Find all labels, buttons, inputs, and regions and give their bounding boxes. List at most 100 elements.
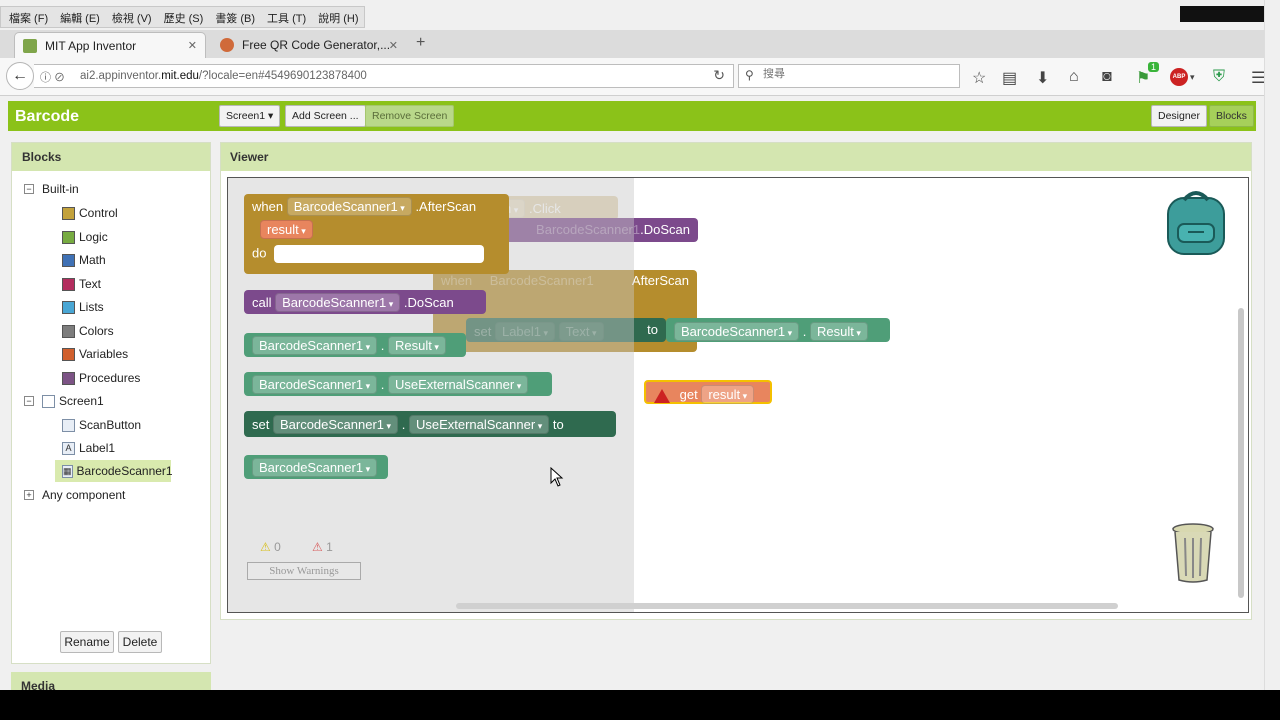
category-math[interactable]: Math [62,253,106,267]
menu-bar: 檔案 (F) 編輯 (E) 檢視 (V) 歷史 (S) 書簽 (B) 工具 (T… [0,6,366,28]
project-name: Barcode [15,108,80,125]
chevron-down-icon[interactable]: ▾ [1190,72,1195,83]
shield-icon[interactable]: ⛨ [1213,68,1225,86]
screen-icon [42,394,55,408]
category-swatch-icon [62,371,75,385]
menu-bookmarks[interactable]: 書簽 (B) [209,7,261,27]
barcode-component-icon: ▦ [62,464,73,478]
category-control[interactable]: Control [62,206,118,220]
delete-button[interactable]: Delete [118,631,162,653]
app-header: Barcode Screen1 ▾ Add Screen ... Remove … [8,101,1256,131]
error-count: ⚠ 1 [312,540,333,554]
site-info-icon[interactable]: ⓘ ⊘ [40,69,65,85]
tree-screen1[interactable]: − Screen1 [24,394,104,408]
tab-qr-generator[interactable]: Free QR Code Generator,... ✕ [212,32,406,58]
reading-list-icon[interactable]: ▤ [1002,68,1017,88]
blocks-workspace[interactable]: when Button .Click BarcodeScanner1.DoSca… [227,177,1249,613]
menu-view[interactable]: 檢視 (V) [106,7,158,27]
navigation-bar: ⓘ ⊘ ai2.appinventor.mit.edu/?locale=en#4… [0,58,1272,96]
backpack-icon[interactable] [1162,188,1230,258]
new-tab-button[interactable]: + [416,34,425,52]
home-icon[interactable]: ⌂ [1069,68,1079,86]
rename-button[interactable]: Rename [60,631,114,653]
component-barcodescanner1[interactable]: ▦ BarcodeScanner1 [55,460,173,482]
back-button[interactable]: ← [6,62,34,90]
afterscan-event-block[interactable]: when BarcodeScanner1 .AfterScan result d… [244,194,509,274]
category-swatch-icon [62,253,75,267]
media-panel-title: Media [11,672,211,690]
category-swatch-icon [62,347,75,361]
set-use-external-scanner-block[interactable]: set BarcodeScanner1 . UseExternalScanner… [244,411,616,437]
blocks-button[interactable]: Blocks [1209,105,1254,127]
warning-count: ⚠ 0 [260,540,281,554]
search-bar[interactable]: ⚲ [738,64,960,88]
tree-builtin[interactable]: − Built-in [24,182,79,196]
designer-button[interactable]: Designer [1151,105,1208,127]
blocks-drawer-flyout[interactable]: when BarcodeScanner1 .AfterScan result d… [228,178,634,612]
blocks-panel-title: Blocks [12,143,210,171]
label-component-icon: A [62,441,75,455]
menu-file[interactable]: 檔案 (F) [3,7,54,27]
result-param[interactable]: result [260,220,313,239]
category-text[interactable]: Text [62,277,101,291]
component-scanbutton[interactable]: ScanButton [62,418,141,432]
url-text: ai2.appinventor.mit.edu/?locale=en#45496… [80,70,367,82]
menu-edit[interactable]: 編輯 (E) [54,7,106,27]
menu-tools[interactable]: 工具 (T) [261,7,312,27]
app-inventor-favicon-icon [23,38,37,53]
viewer-panel: Viewer when Button .Click BarcodeScanner… [220,142,1252,620]
category-lists[interactable]: Lists [62,300,104,314]
viewer-title: Viewer [221,143,1251,171]
category-swatch-icon [62,230,75,244]
warning-triangle-icon [654,388,670,403]
tab-close-icon[interactable]: ✕ [188,39,197,52]
titlebar-dark-area [1180,6,1266,22]
trash-can-icon[interactable] [1168,522,1218,584]
adblock-icon[interactable]: ABP [1170,68,1188,86]
workspace-horizontal-scrollbar[interactable] [456,603,1118,609]
remove-screen-button[interactable]: Remove Screen [365,105,455,127]
blocks-panel: Blocks − Built-in Control Logic Math Tex… [11,142,211,664]
scanner-result-getter-block[interactable]: BarcodeScanner1 . Result [244,333,466,357]
bookmark-star-icon[interactable]: ☆ [972,68,986,88]
tree-any-component[interactable]: + Any component [24,488,125,502]
button-component-icon [62,418,75,432]
expand-icon[interactable]: + [24,490,34,500]
tab-close-icon[interactable]: ✕ [389,39,398,52]
category-logic[interactable]: Logic [62,230,108,244]
pocket-icon[interactable]: ◙ [1102,68,1112,86]
error-icon: ⚠ [312,540,323,554]
tab-app-inventor[interactable]: MIT App Inventor ✕ [14,32,206,58]
category-swatch-icon [62,277,75,291]
menu-history[interactable]: 歷史 (S) [158,7,210,27]
search-icon: ⚲ [745,68,754,82]
downloads-icon[interactable]: ⬇ [1036,68,1049,88]
collapse-icon[interactable]: − [24,396,34,406]
qr-generator-favicon-icon [220,38,234,52]
show-warnings-button[interactable]: Show Warnings [247,562,361,580]
category-colors[interactable]: Colors [62,324,114,338]
tab-label: Free QR Code Generator,... [242,38,391,52]
category-procedures[interactable]: Procedures [62,371,140,385]
warning-icon: ⚠ [260,540,271,554]
mouse-cursor-icon [550,467,564,487]
url-bar[interactable]: ⓘ ⊘ ai2.appinventor.mit.edu/?locale=en#4… [34,64,734,88]
component-label1[interactable]: A Label1 [62,441,115,455]
collapse-icon[interactable]: − [24,184,34,194]
use-external-scanner-getter-block[interactable]: BarcodeScanner1 . UseExternalScanner [244,372,552,396]
do-statement-slot[interactable] [274,245,485,263]
addon-badge: 1 [1148,62,1160,72]
category-variables[interactable]: Variables [62,347,128,361]
get-result-block[interactable]: get result [644,380,772,404]
workspace-vertical-scrollbar[interactable] [1238,308,1244,598]
scanner-component-block[interactable]: BarcodeScanner1 [244,455,388,479]
page-scrollbar[interactable] [1264,0,1280,690]
scanner-result-getter-workspace[interactable]: BarcodeScanner1 . Result [666,318,890,342]
search-input[interactable] [763,68,943,80]
call-doscan-block[interactable]: call BarcodeScanner1 .DoScan [244,290,486,314]
menu-help[interactable]: 說明 (H) [312,7,364,27]
category-swatch-icon [62,324,75,338]
reload-icon[interactable]: ↻ [713,67,725,84]
screen-select[interactable]: Screen1 ▾ [219,105,281,127]
add-screen-button[interactable]: Add Screen ... [285,105,366,127]
